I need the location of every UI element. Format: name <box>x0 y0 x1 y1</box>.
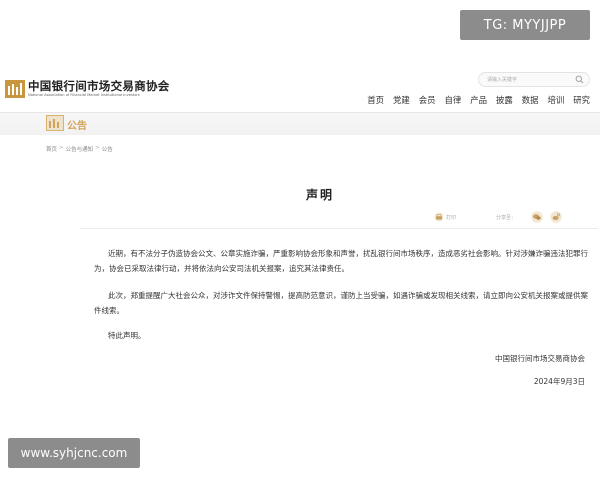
breadcrumb-current: 公告 <box>101 147 113 153</box>
main-nav: 首页 党建 会员 自律 产品 披露 数据 培训 研究 <box>367 94 590 106</box>
watermark-bottom: www.syhjcnc.com <box>8 438 140 468</box>
nav-item-party[interactable]: 党建 <box>393 94 410 106</box>
notice-paragraph: 特此声明。 <box>108 331 146 340</box>
association-logo-icon <box>5 80 25 98</box>
breadcrumb-separator: > <box>95 145 100 151</box>
section-banner: 公告 <box>0 113 600 135</box>
notice-paragraph: 近期，有不法分子伪造协会公文、公章实施诈骗，严重影响协会形象和声誉，扰乱银行间市… <box>94 249 588 273</box>
print-icon[interactable] <box>434 212 444 222</box>
nav-item-members[interactable]: 会员 <box>419 94 436 106</box>
content-divider <box>80 228 598 229</box>
search-input[interactable] <box>487 75 571 85</box>
breadcrumb-home[interactable]: 首页 <box>46 145 57 153</box>
org-name-en: National Association of Financial Market… <box>28 93 140 97</box>
notice-title: 声明 <box>305 188 334 202</box>
notice-tools: 打印 分享至： <box>434 210 562 224</box>
site-header: 中国银行间市场交易商协会 National Association of Fin… <box>0 70 600 112</box>
nav-item-self-regulation[interactable]: 自律 <box>445 94 462 106</box>
search-icon[interactable] <box>575 75 584 84</box>
nav-item-training[interactable]: 培训 <box>548 94 565 106</box>
wechat-icon[interactable] <box>531 211 543 223</box>
watermark-top-text: TG: MYYJJPP <box>483 17 567 33</box>
org-name: 中国银行间市场交易商协会 <box>28 79 170 93</box>
weibo-icon[interactable] <box>550 211 562 223</box>
breadcrumb-notices[interactable]: 公告与通知 <box>66 145 94 153</box>
nav-item-data[interactable]: 数据 <box>522 94 539 106</box>
share-label: 分享至： <box>495 214 516 221</box>
print-button[interactable]: 打印 <box>446 214 456 221</box>
section-title: 公告 <box>67 121 87 132</box>
announcement-icon <box>46 115 64 131</box>
notice-paragraph: 此次，郑重提醒广大社会公众，对涉诈文件保持警惕，提高防范意识，谨防上当受骗，如遇… <box>94 291 588 315</box>
breadcrumb: 首页 > 公告与通知 > 公告 <box>46 145 113 153</box>
watermark-top: TG: MYYJJPP <box>460 10 590 40</box>
notice-signature: 中国银行间市场交易商协会 <box>495 354 585 363</box>
nav-item-research[interactable]: 研究 <box>573 94 590 106</box>
notice-panel: 声明 打印 分享至： 近期，有不法分子伪造协会公文、公章实施诈骗，严重影响协会形… <box>40 160 600 410</box>
notice-date: 2024年9月3日 <box>533 377 585 386</box>
nav-item-home[interactable]: 首页 <box>367 94 384 106</box>
breadcrumb-separator: > <box>59 145 64 151</box>
nav-item-disclosure[interactable]: 披露 <box>496 94 513 106</box>
watermark-bottom-text: www.syhjcnc.com <box>20 446 128 460</box>
search-box[interactable] <box>478 72 590 87</box>
nav-item-products[interactable]: 产品 <box>470 94 487 106</box>
